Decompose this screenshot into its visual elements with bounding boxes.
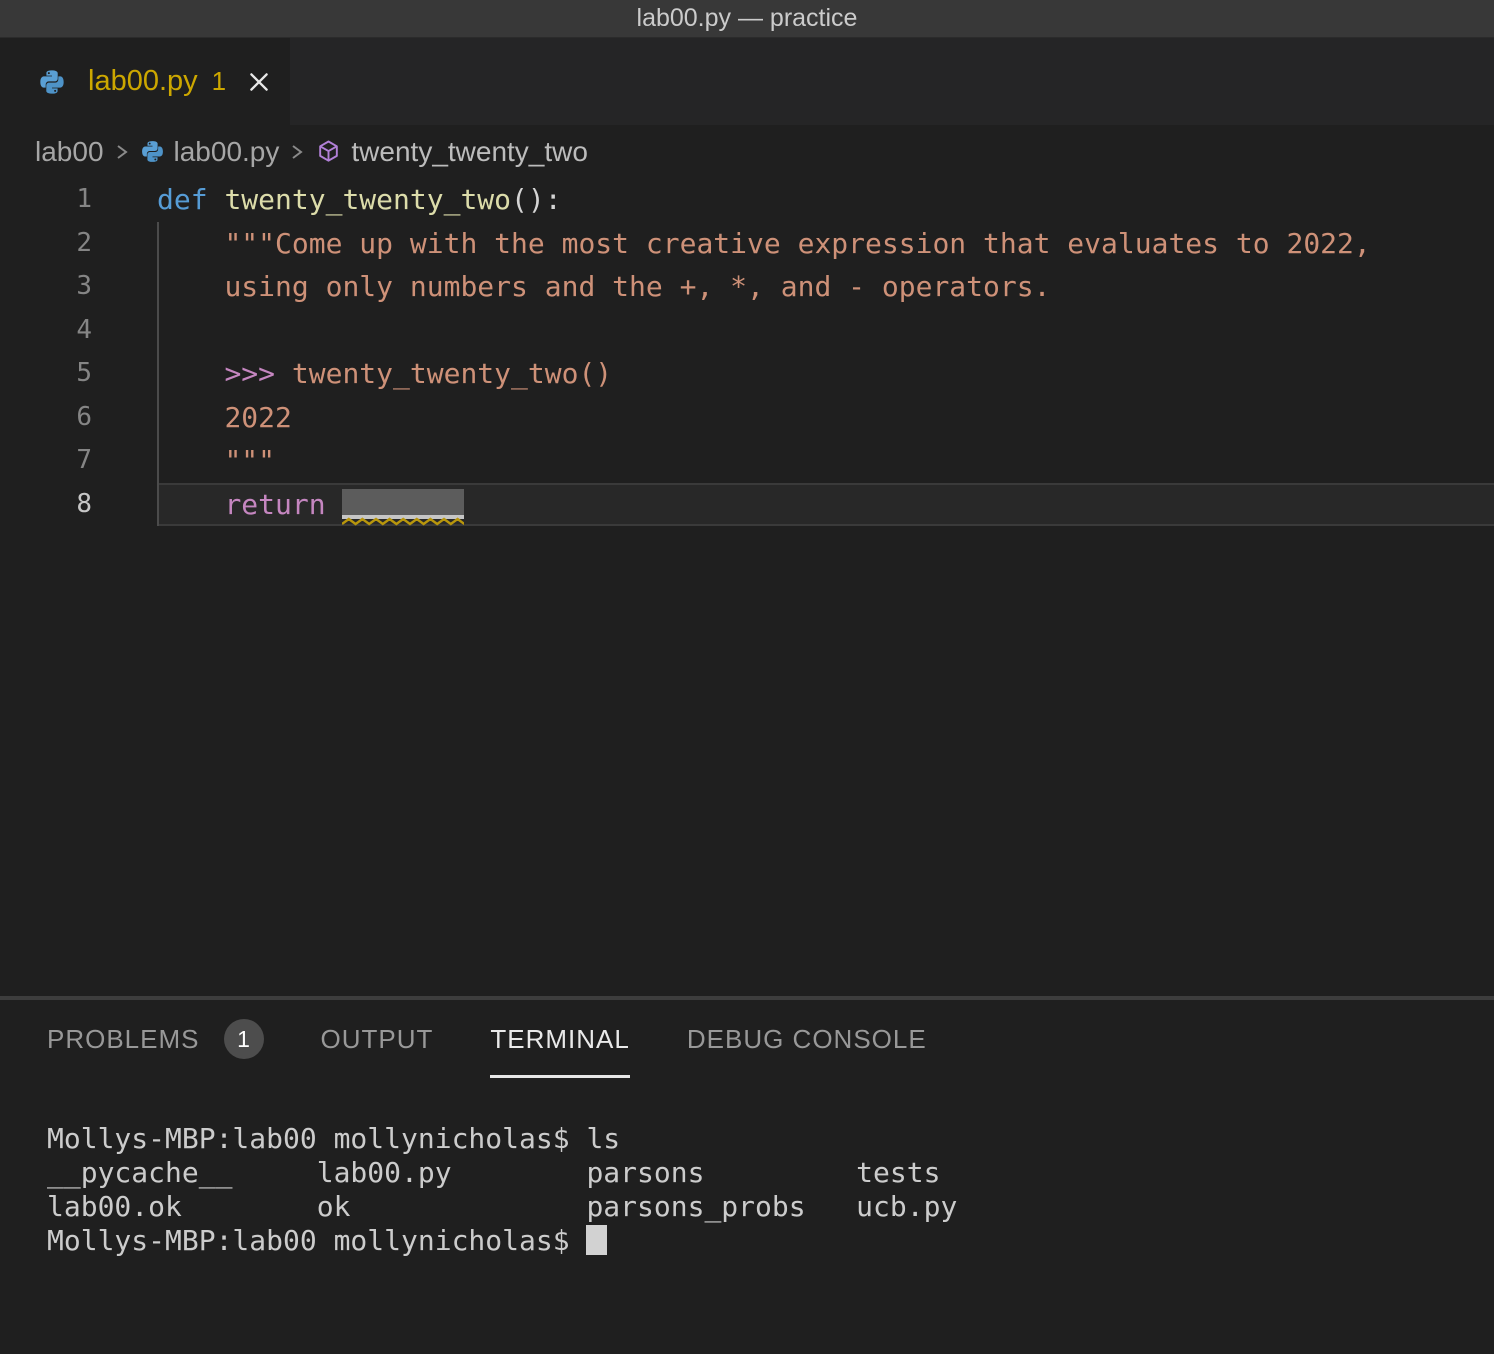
code-content[interactable]: return [157,483,1494,527]
code-token [157,444,224,477]
problems-count-badge: 1 [224,1019,264,1059]
code-line[interactable]: 2 """Come up with the most creative expr… [0,222,1494,266]
code-line[interactable]: 3 using only numbers and the +, *, and -… [0,265,1494,309]
code-token: 2022 [224,401,291,434]
terminal-line: Mollys-MBP:lab00 mollynicholas$ ls [47,1122,1494,1156]
line-number[interactable]: 7 [0,439,92,483]
close-icon[interactable] [246,69,272,95]
code-line[interactable]: 8 return [0,483,1494,527]
line-number[interactable]: 8 [0,483,92,527]
terminal-cursor [586,1225,607,1255]
code-content[interactable]: """Come up with the most creative expres… [157,222,1494,266]
code-content[interactable]: >>> twenty_twenty_two() [157,352,1494,396]
code-line[interactable]: 1 def twenty_twenty_two(): [0,178,1494,222]
code-token: """Come up with the most creative expres… [224,227,1370,260]
tab-problem-count: 1 [212,66,226,97]
vscode-window: lab00.py — practice lab00.py 1 lab00 [0,0,1494,1354]
code-token: (): [511,183,562,216]
code-content[interactable] [157,309,1494,353]
code-line[interactable]: 5 >>> twenty_twenty_two() [0,352,1494,396]
python-icon [38,68,66,96]
panel-tab-output[interactable]: OUTPUT [321,1000,434,1078]
terminal-output[interactable]: Mollys-MBP:lab00 mollynicholas$ ls__pyca… [0,1078,1494,1354]
code-content[interactable]: 2022 [157,396,1494,440]
line-number[interactable]: 3 [0,265,92,309]
code-token: return [224,488,325,521]
warning-squiggle-icon [342,517,464,526]
terminal-line: lab00.ok ok parsons_probs ucb.py [47,1190,1494,1224]
code-token [326,488,343,521]
code-token [157,401,224,434]
line-number[interactable]: 1 [0,178,92,222]
code-content[interactable]: """ [157,439,1494,483]
code-token [157,227,224,260]
code-line[interactable]: 7 """ [0,439,1494,483]
breadcrumb-symbol[interactable]: twenty_twenty_two [351,136,588,168]
tab-strip: lab00.py 1 [0,38,1494,125]
chevron-right-icon [289,140,305,164]
code-token: """ [224,444,275,477]
code-token [157,357,224,390]
panel-tab-label: TERMINAL [490,1024,629,1055]
editor[interactable]: 1def twenty_twenty_two():2 """Come up wi… [0,178,1494,996]
panel-tab-label: DEBUG CONSOLE [687,1024,927,1055]
terminal-line: __pycache__ lab00.py parsons tests [47,1156,1494,1190]
code-token [157,488,224,521]
tab-lab00py[interactable]: lab00.py 1 [0,38,290,125]
terminal-line: Mollys-MBP:lab00 mollynicholas$ [47,1224,1494,1258]
code-token: >>> [224,357,275,390]
line-number[interactable]: 6 [0,396,92,440]
code-token [208,183,225,216]
panel-tab-debug-console[interactable]: DEBUG CONSOLE [687,1000,927,1078]
symbol-cube-icon [315,138,342,165]
bottom-panel: PROBLEMS 1 OUTPUT TERMINAL DEBUG CONSOLE Mol… [0,1000,1494,1354]
python-icon [140,139,165,164]
line-number[interactable]: 4 [0,309,92,353]
code-line[interactable]: 6 2022 [0,396,1494,440]
window-title: lab00.py — practice [637,4,858,33]
code-content[interactable]: using only numbers and the +, *, and - o… [157,265,1494,309]
panel-tab-terminal[interactable]: TERMINAL [490,1000,629,1078]
code-token: twenty_twenty_two() [292,357,612,390]
breadcrumb-file[interactable]: lab00.py [174,136,280,168]
snippet-placeholder-box[interactable] [342,489,464,519]
tab-filename: lab00.py [88,65,198,98]
title-bar: lab00.py — practice [0,0,1494,38]
line-number[interactable]: 5 [0,352,92,396]
panel-tab-problems[interactable]: PROBLEMS 1 [47,1000,264,1078]
panel-tab-label: OUTPUT [321,1024,434,1055]
panel-tabs: PROBLEMS 1 OUTPUT TERMINAL DEBUG CONSOLE [0,1000,1494,1078]
line-number[interactable]: 2 [0,222,92,266]
code-line[interactable]: 4 [0,309,1494,353]
code-token: twenty_twenty_two [224,183,511,216]
code-token [157,270,224,303]
code-content[interactable]: def twenty_twenty_two(): [157,178,1494,222]
breadcrumb-folder[interactable]: lab00 [35,136,104,168]
breadcrumb: lab00 lab00.py twenty_twenty_two [0,125,1494,178]
code-token: def [157,183,208,216]
code-token: using only numbers and the +, *, and - o… [224,270,1050,303]
code-token [275,357,292,390]
panel-tab-label: PROBLEMS [47,1024,200,1055]
chevron-right-icon [114,140,130,164]
editor-lines: 1def twenty_twenty_two():2 """Come up wi… [0,178,1494,526]
